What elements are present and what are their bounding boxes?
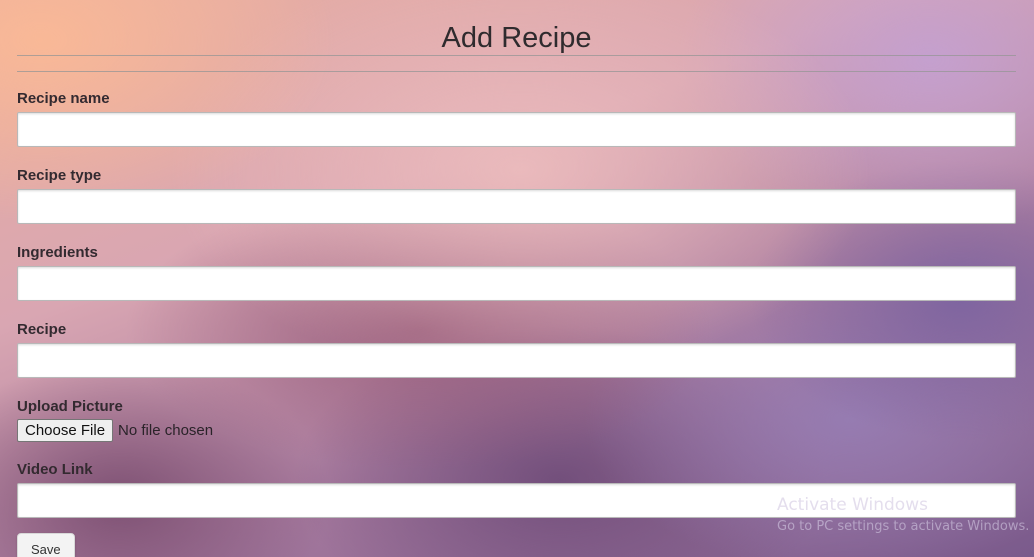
recipe-group: Recipe: [17, 321, 1016, 378]
recipe-type-label: Recipe type: [17, 167, 102, 184]
file-status-text: No file chosen: [118, 422, 214, 439]
title-divider-bottom: [17, 71, 1016, 72]
recipe-name-group: Recipe name: [17, 90, 1016, 147]
save-button[interactable]: Save: [17, 533, 75, 557]
recipe-type-group: Recipe type: [17, 167, 1016, 224]
file-picker: Choose File No file chosen: [17, 419, 1016, 442]
recipe-type-input[interactable]: [17, 189, 1016, 224]
watermark-title: Activate Windows: [777, 495, 928, 515]
ingredients-group: Ingredients: [17, 244, 1016, 301]
ingredients-input[interactable]: [17, 266, 1016, 301]
recipe-input[interactable]: [17, 343, 1016, 378]
add-recipe-page: Add Recipe Recipe name Recipe type Ingre…: [17, 0, 1016, 557]
windows-activation-watermark: Activate Windows Go to PC settings to ac…: [777, 494, 1029, 538]
add-recipe-form: Recipe name Recipe type Ingredients Reci…: [17, 90, 1016, 557]
recipe-label: Recipe: [17, 321, 67, 338]
page-title: Add Recipe: [441, 22, 592, 54]
watermark-subtitle: Go to PC settings to activate Windows.: [777, 519, 1030, 534]
upload-picture-label: Upload Picture: [17, 398, 123, 415]
title-divider-top: [17, 55, 1016, 56]
ingredients-label: Ingredients: [17, 244, 98, 261]
recipe-name-input[interactable]: [17, 112, 1016, 147]
choose-file-button[interactable]: Choose File: [17, 419, 114, 442]
video-link-label: Video Link: [17, 461, 93, 478]
upload-picture-group: Upload Picture Choose File No file chose…: [17, 398, 1016, 442]
recipe-name-label: Recipe name: [17, 90, 110, 107]
